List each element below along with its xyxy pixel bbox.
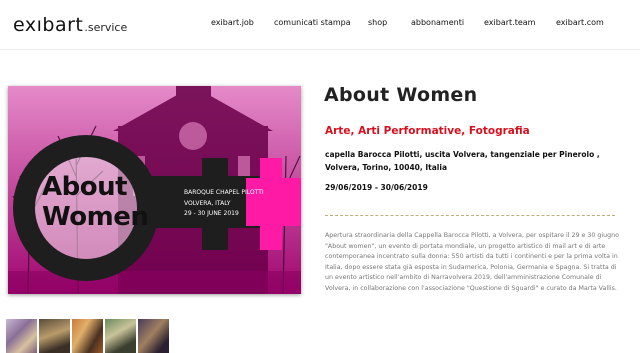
nav-item-team[interactable]: exibart.team: [484, 18, 535, 27]
poster-venue-line1: BAROQUE CHAPEL PILOTTI: [184, 189, 264, 196]
main-nav: exibart.job comunicati stampa shop abbon…: [0, 18, 640, 32]
event-dates: 29/06/2019 - 30/06/2019: [325, 183, 428, 192]
event-description: Apertura straordinaria della Cappella Ba…: [325, 232, 619, 292]
nav-item-exibart-com[interactable]: exibart.com: [556, 18, 604, 27]
top-bar: exıbart .service exibart.job comunicati s…: [0, 0, 640, 50]
event-category: Arte, Arti Performative, Fotografia: [325, 125, 530, 137]
gallery-thumbnail[interactable]: [138, 319, 169, 353]
poster-venue-line2: VOLVERA, ITALY: [184, 200, 231, 207]
event-poster-image[interactable]: About Women BAROQUE CHAPEL PILOTTI VOLVE…: [8, 86, 301, 294]
gallery-thumbnails: [6, 319, 169, 353]
gallery-thumbnail[interactable]: [105, 319, 136, 353]
event-address: capella Barocca Pilotti, uscita Volvera,…: [325, 150, 600, 172]
poster-title-women: Women: [42, 202, 149, 232]
nav-item-shop[interactable]: shop: [368, 18, 387, 27]
gallery-thumbnail[interactable]: [39, 319, 70, 353]
event-title: About Women: [324, 84, 478, 106]
nav-item-abbonamenti[interactable]: abbonamenti: [411, 18, 464, 27]
nav-item-job[interactable]: exibart.job: [211, 18, 254, 27]
gallery-thumbnail[interactable]: [6, 319, 37, 353]
section-divider: [325, 215, 615, 216]
poster-venue-line3: 29 - 30 JUNE 2019: [184, 210, 239, 217]
gallery-thumbnail[interactable]: [72, 319, 103, 353]
nav-item-comunicati-stampa[interactable]: comunicati stampa: [274, 18, 351, 27]
poster-title-about: About: [42, 172, 128, 202]
